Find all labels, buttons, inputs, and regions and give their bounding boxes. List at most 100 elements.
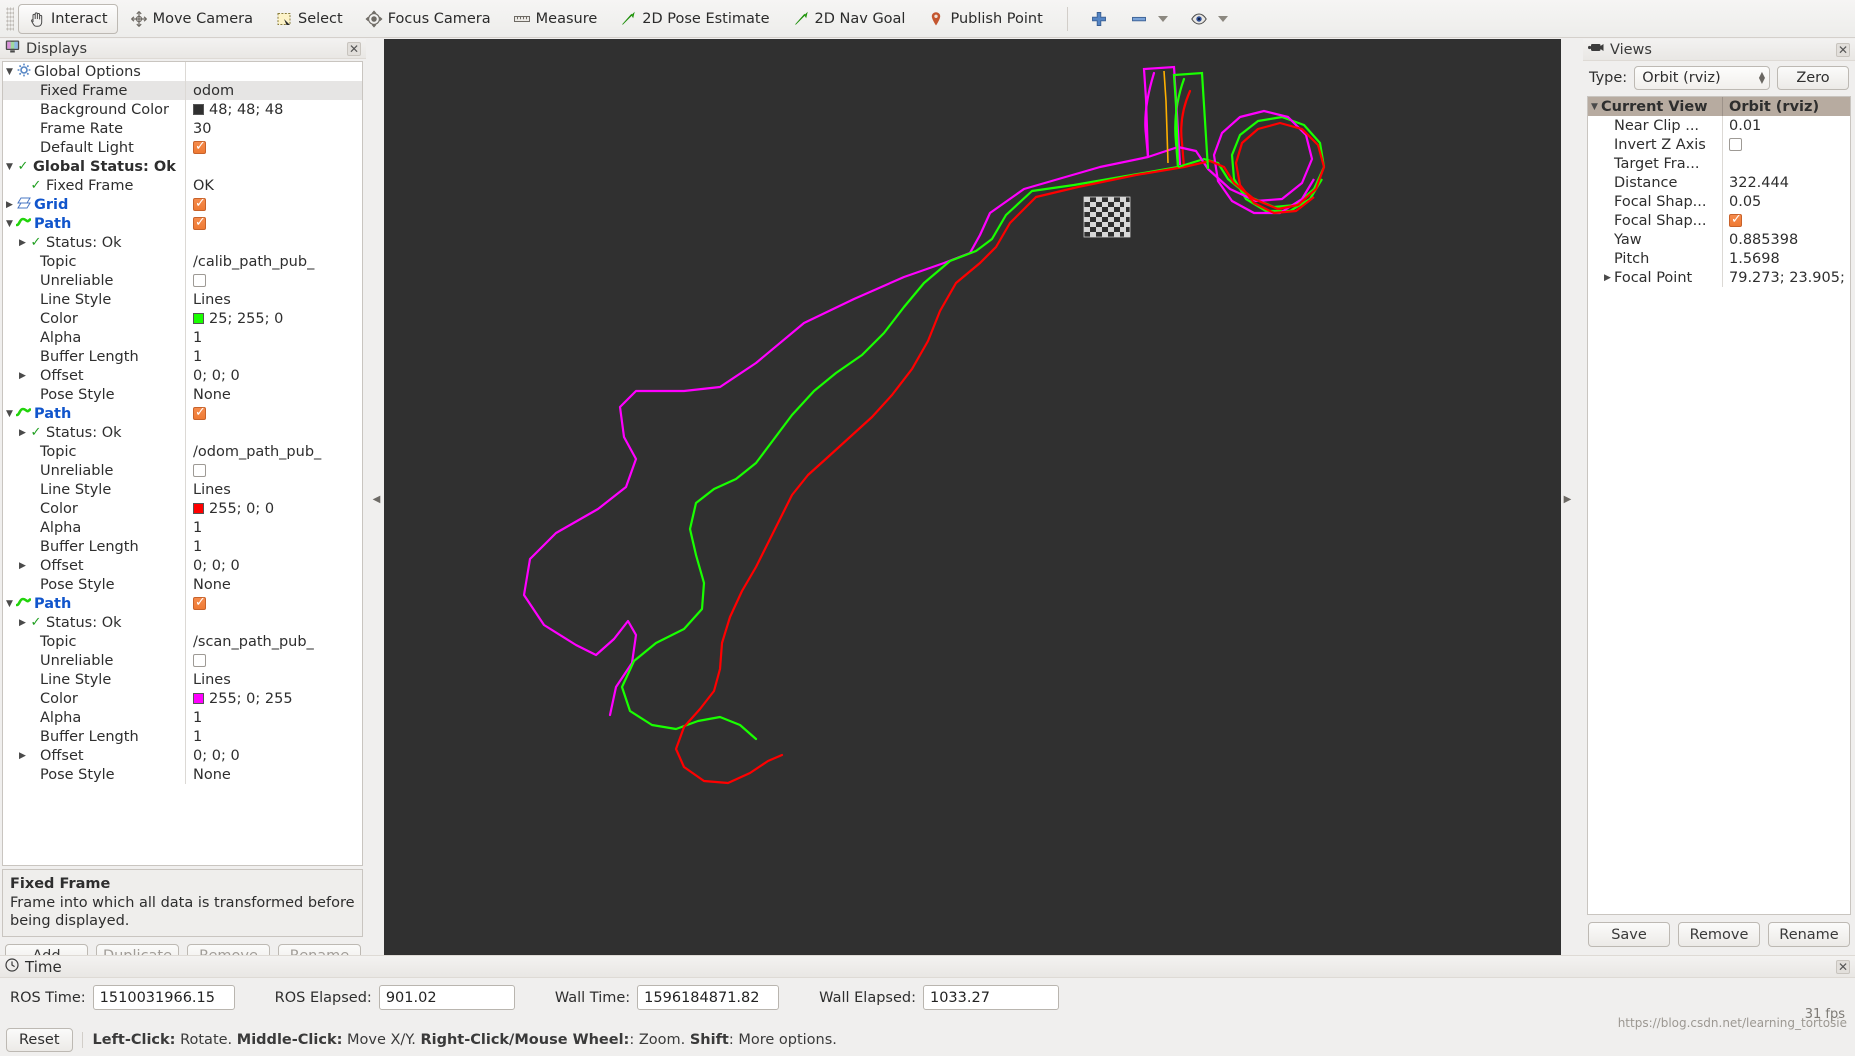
view-row-focal-shap[interactable]: Focal Shap... [1588, 211, 1850, 230]
view-row-near-clip[interactable]: Near Clip ... 0.01 [1588, 116, 1850, 135]
tool-move-camera[interactable]: Move Camera [120, 4, 263, 34]
tool-focus-camera[interactable]: Focus Camera [355, 4, 501, 34]
display-row-background-color[interactable]: Background Color 48; 48; 48 [3, 100, 362, 119]
view-type-select[interactable]: Orbit (rviz) ▲ ▼ [1634, 66, 1770, 90]
color-swatch[interactable] [193, 693, 204, 704]
views-tree-header[interactable]: ▼ Current View Orbit (rviz) [1588, 97, 1850, 116]
tool-2d-pose-estimate[interactable]: 2D Pose Estimate [609, 4, 779, 34]
zero-button[interactable]: Zero [1777, 66, 1849, 90]
save-view-button[interactable]: Save [1588, 922, 1670, 947]
view-checkbox[interactable] [1729, 138, 1742, 151]
display-row-grid[interactable]: ▶ Grid [3, 195, 362, 214]
view-row-invert-z-axis[interactable]: Invert Z Axis [1588, 135, 1850, 154]
display-row-status-ok[interactable]: ▶ ✓ Status: Ok [3, 613, 362, 632]
close-icon[interactable]: ✕ [1836, 959, 1850, 974]
chevron-down-icon[interactable]: ▼ [1588, 102, 1601, 112]
toolbar-drag-handle[interactable] [6, 6, 14, 31]
chevron-right-icon[interactable]: ▶ [16, 371, 29, 381]
display-row-status-ok[interactable]: ▶ ✓ Status: Ok [3, 233, 362, 252]
display-row-default-light[interactable]: Default Light [3, 138, 362, 157]
display-row-global-status-ok[interactable]: ▼ ✓ Global Status: Ok [3, 157, 362, 176]
chevron-down-icon[interactable]: ▼ [3, 162, 16, 172]
display-row-unreliable[interactable]: Unreliable [3, 461, 362, 480]
enable-checkbox[interactable] [193, 595, 206, 610]
display-row-path[interactable]: ▼ Path [3, 594, 362, 613]
enable-checkbox[interactable] [193, 405, 206, 420]
ros-elapsed-input[interactable]: 901.02 [378, 985, 515, 1010]
tool-interact[interactable]: Interact [18, 3, 118, 34]
display-row-pose-style[interactable]: Pose Style None [3, 385, 362, 404]
left-splitter-handle[interactable]: ◀ [372, 39, 381, 959]
chevron-right-icon[interactable]: ▶ [3, 200, 16, 210]
close-icon[interactable]: ✕ [1836, 42, 1850, 57]
chevron-down-icon[interactable]: ▼ [3, 409, 16, 419]
enable-checkbox[interactable] [193, 139, 206, 154]
chevron-right-icon[interactable]: ▶ [16, 238, 29, 248]
color-swatch[interactable] [193, 313, 204, 324]
display-row-alpha[interactable]: Alpha 1 [3, 328, 362, 347]
display-row-fixed-frame[interactable]: Fixed Frame odom [3, 81, 362, 100]
view-row-pitch[interactable]: Pitch 1.5698 [1588, 249, 1850, 268]
enable-checkbox[interactable] [193, 274, 206, 287]
chevron-down-icon[interactable] [1217, 15, 1228, 22]
display-row-pose-style[interactable]: Pose Style None [3, 765, 362, 784]
display-row-global-options[interactable]: ▼ Global Options [3, 62, 362, 81]
chevron-right-icon[interactable]: ▶ [16, 561, 29, 571]
display-row-line-style[interactable]: Line Style Lines [3, 480, 362, 499]
wall-time-input[interactable]: 1596184871.82 [637, 985, 780, 1010]
view-row-distance[interactable]: Distance 322.444 [1588, 173, 1850, 192]
views-tree[interactable]: ▼ Current View Orbit (rviz) Near Clip ... 0.… [1587, 96, 1851, 915]
view-row-target-fra[interactable]: Target Fra... [1588, 154, 1850, 173]
chevron-right-icon[interactable]: ▶ [16, 618, 29, 628]
remove-display-button[interactable] [1120, 4, 1178, 34]
enable-checkbox[interactable] [193, 654, 206, 667]
display-row-fixed-frame[interactable]: ✓ Fixed Frame OK [3, 176, 362, 195]
chevron-right-icon[interactable]: ▶ [16, 428, 29, 438]
display-row-offset[interactable]: ▶ Offset 0; 0; 0 [3, 556, 362, 575]
enable-checkbox[interactable] [193, 215, 206, 230]
reset-button[interactable]: Reset [6, 1027, 73, 1052]
ros-time-input[interactable]: 1510031966.15 [92, 985, 235, 1010]
display-row-pose-style[interactable]: Pose Style None [3, 575, 362, 594]
wall-elapsed-input[interactable]: 1033.27 [922, 985, 1059, 1010]
view-row-yaw[interactable]: Yaw 0.885398 [1588, 230, 1850, 249]
view-row-focal-shap[interactable]: Focal Shap... 0.05 [1588, 192, 1850, 211]
display-row-line-style[interactable]: Line Style Lines [3, 290, 362, 309]
chevron-down-icon[interactable]: ▼ [3, 599, 16, 609]
display-row-topic[interactable]: Topic/odom_path_pub_ [3, 442, 362, 461]
display-row-topic[interactable]: Topic/calib_path_pub_ [3, 252, 362, 271]
chevron-down-icon[interactable] [1157, 15, 1168, 22]
chevron-right-icon[interactable]: ▶ [16, 751, 29, 761]
rename-view-button[interactable]: Rename [1768, 922, 1850, 947]
color-swatch[interactable] [193, 503, 204, 514]
display-row-path[interactable]: ▼ Path [3, 404, 362, 423]
display-row-line-style[interactable]: Line Style Lines [3, 670, 362, 689]
display-row-path[interactable]: ▼ Path [3, 214, 362, 233]
display-row-status-ok[interactable]: ▶ ✓ Status: Ok [3, 423, 362, 442]
display-row-buffer-length[interactable]: Buffer Length 1 [3, 537, 362, 556]
view-checkbox[interactable] [1729, 212, 1742, 227]
display-row-unreliable[interactable]: Unreliable [3, 651, 362, 670]
display-row-alpha[interactable]: Alpha 1 [3, 518, 362, 537]
3d-render-view[interactable] [384, 39, 1561, 959]
tool-select[interactable]: Select [265, 4, 353, 34]
display-row-color[interactable]: Color 25; 255; 0 [3, 309, 362, 328]
add-display-button[interactable] [1080, 4, 1118, 34]
remove-view-button[interactable]: Remove [1678, 922, 1760, 947]
display-row-buffer-length[interactable]: Buffer Length 1 [3, 347, 362, 366]
display-row-offset[interactable]: ▶ Offset 0; 0; 0 [3, 746, 362, 765]
display-row-alpha[interactable]: Alpha 1 [3, 708, 362, 727]
display-row-offset[interactable]: ▶ Offset 0; 0; 0 [3, 366, 362, 385]
display-row-frame-rate[interactable]: Frame Rate 30 [3, 119, 362, 138]
color-swatch[interactable] [193, 104, 204, 115]
close-icon[interactable]: ✕ [347, 41, 361, 56]
enable-checkbox[interactable] [193, 196, 206, 211]
tool-2d-nav-goal[interactable]: 2D Nav Goal [782, 4, 916, 34]
display-row-color[interactable]: Color 255; 0; 255 [3, 689, 362, 708]
spinner-arrows-icon[interactable]: ▲ ▼ [1759, 71, 1765, 85]
display-row-unreliable[interactable]: Unreliable [3, 271, 362, 290]
display-row-color[interactable]: Color 255; 0; 0 [3, 499, 362, 518]
displays-tree[interactable]: ▼ Global Options Fixed Frame odom Background… [2, 61, 363, 866]
chevron-right-icon[interactable]: ▶ [1601, 273, 1614, 283]
chevron-down-icon[interactable]: ▼ [3, 219, 16, 229]
